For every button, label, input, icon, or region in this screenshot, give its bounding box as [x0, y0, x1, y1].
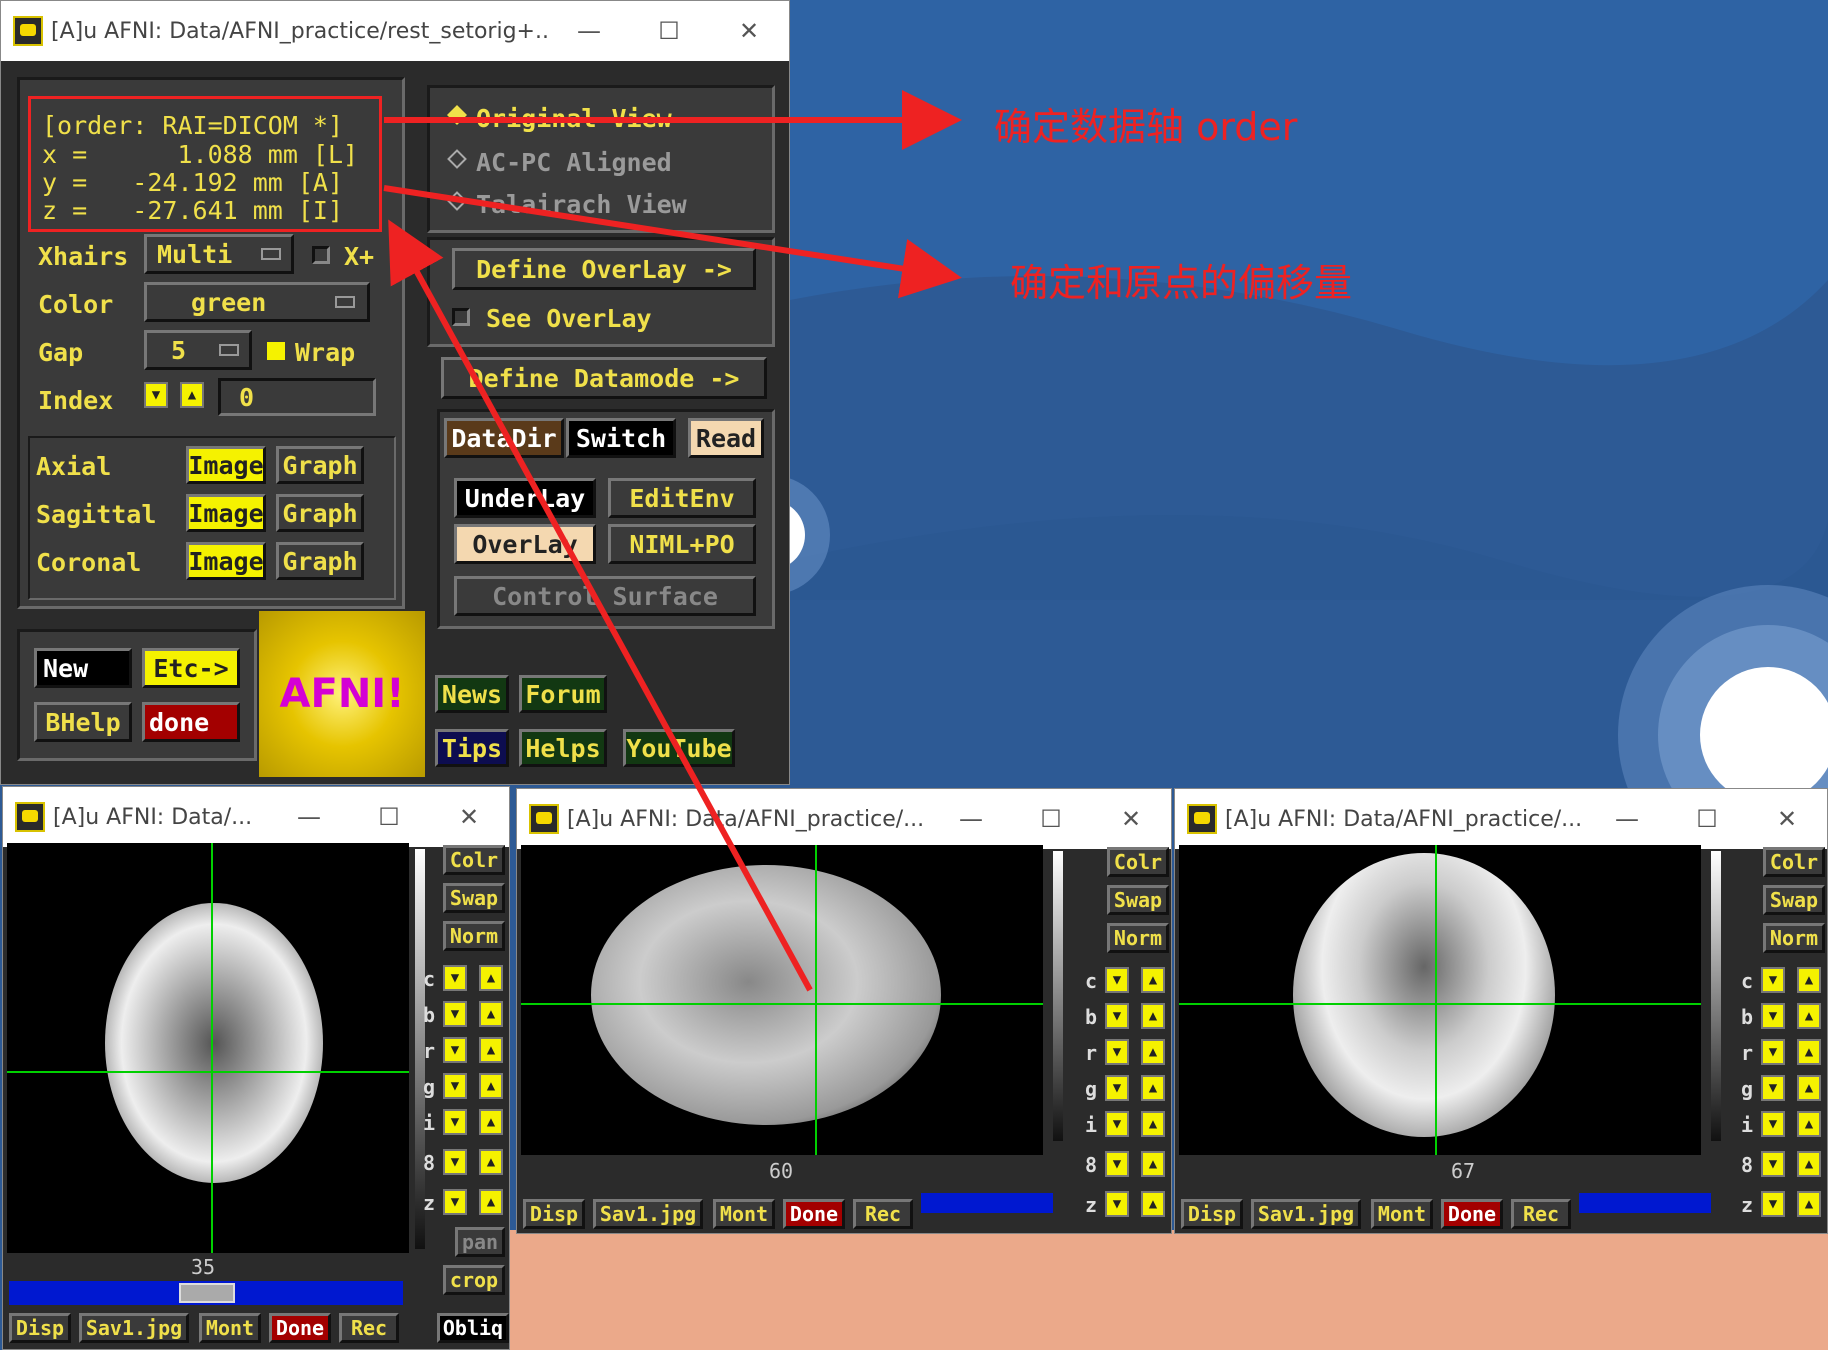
- crosshair-pointer-arrow: [388, 219, 813, 992]
- annotation-arrows: [383, 90, 962, 992]
- offset-annotation: 确定和原点的偏移量: [1010, 261, 1353, 305]
- offset-arrow: [383, 185, 962, 299]
- order-annotation: 确定数据轴 order: [994, 105, 1298, 149]
